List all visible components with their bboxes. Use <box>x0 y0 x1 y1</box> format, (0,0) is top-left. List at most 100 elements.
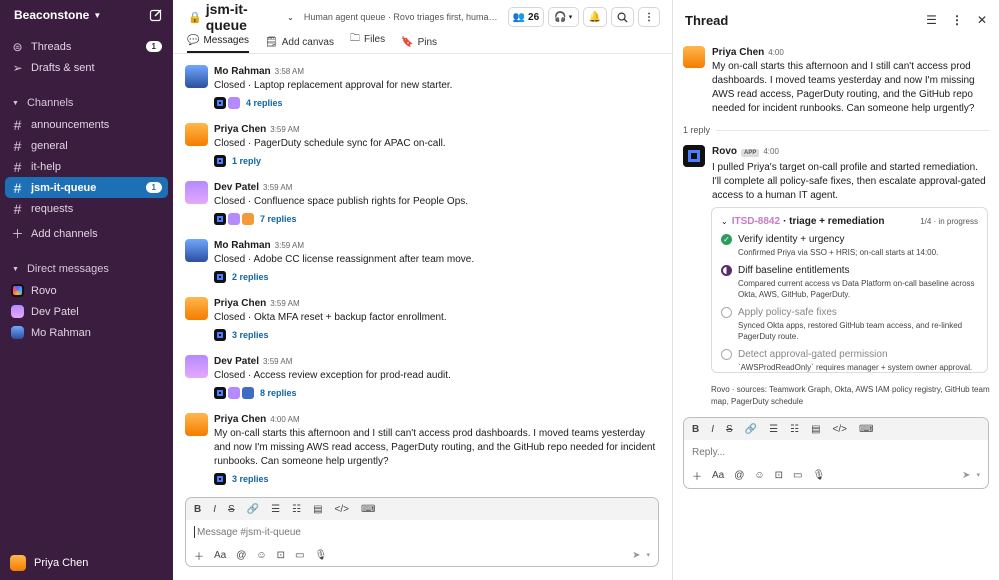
thread-replies[interactable]: 1 reply <box>214 154 662 168</box>
sidebar-channel-general[interactable]: # general <box>5 135 168 156</box>
thread-replies[interactable]: 7 replies <box>214 212 662 226</box>
priya-chen-avatar[interactable] <box>683 46 705 68</box>
video-icon[interactable]: ▭ <box>793 470 802 481</box>
sidebar-item-threads[interactable]: ⊜ Threads 1 <box>5 36 168 57</box>
reply-input[interactable]: Reply... <box>684 440 988 464</box>
add-channels-button[interactable]: ＋ Add channels <box>5 223 168 244</box>
dev-patel-avatar[interactable] <box>185 181 208 204</box>
list-icon[interactable]: ☰ <box>926 13 937 27</box>
send-icon[interactable]: ➤ <box>962 470 970 481</box>
plus-icon[interactable]: ＋ <box>692 468 702 483</box>
priya-chen-avatar[interactable] <box>185 297 208 320</box>
code-block-icon[interactable]: ⌨ <box>859 424 873 435</box>
huddle-button[interactable]: 🎧 ▾ <box>547 7 579 27</box>
chevron-down-icon[interactable]: ▾ <box>646 551 650 559</box>
message-author[interactable]: Mo Rahman <box>214 240 271 251</box>
channels-section-header[interactable]: ▼ Channels <box>0 92 173 114</box>
microphone-icon[interactable]: 🎙 <box>812 470 825 481</box>
message[interactable]: Mo Rahman 3:58 AM Closed · Laptop replace… <box>185 65 662 110</box>
tab-add-canvas[interactable]: 🗒 Add canvas <box>265 37 334 53</box>
sidebar-item-drafts[interactable]: ➢ Drafts & sent <box>5 57 168 78</box>
emoji-icon[interactable]: ☺ <box>754 470 764 481</box>
channel-title[interactable]: jsm-it-queue <box>206 1 284 33</box>
tab-files[interactable]: 🗀 Files <box>350 31 385 53</box>
message-author[interactable]: Mo Rahman <box>214 66 271 77</box>
message-time[interactable]: 3:59 AM <box>263 183 292 192</box>
bullet-list-icon[interactable]: ☷ <box>790 424 799 435</box>
sidebar-channel-announcements[interactable]: # announcements <box>5 114 168 135</box>
video-icon[interactable]: ▭ <box>295 550 304 561</box>
thread-replies[interactable]: 3 replies <box>214 472 662 486</box>
priya-chen-avatar[interactable] <box>185 123 208 146</box>
message-time[interactable]: 4:00 AM <box>270 415 299 424</box>
dev-patel-avatar[interactable] <box>185 355 208 378</box>
sidebar-channel-requests[interactable]: # requests <box>5 198 168 219</box>
replies-link[interactable]: 3 replies <box>232 474 269 484</box>
message-input[interactable]: Message #jsm-it-queue <box>186 520 658 544</box>
workspace-header[interactable]: Beaconstone ▼ <box>0 0 173 30</box>
message-time[interactable]: 3:59 AM <box>270 125 299 134</box>
message-time[interactable]: 3:58 AM <box>275 67 304 76</box>
more-button[interactable]: ⋮ <box>638 7 661 27</box>
message-author[interactable]: Dev Patel <box>214 356 259 367</box>
close-icon[interactable]: ✕ <box>977 13 987 27</box>
current-user[interactable]: Priya Chen <box>0 546 173 580</box>
text-format-icon[interactable]: Aa <box>214 550 226 561</box>
message-author[interactable]: Priya Chen <box>214 298 266 309</box>
shortcut-icon[interactable]: ⊡ <box>277 550 285 561</box>
compose-icon[interactable] <box>149 8 163 22</box>
rovo-avatar[interactable] <box>683 145 705 167</box>
thread-replies[interactable]: 4 replies <box>214 96 662 110</box>
blockquote-icon[interactable]: ▤ <box>811 424 820 435</box>
message[interactable]: Priya Chen 4:00 AM My on-call starts this… <box>185 413 662 486</box>
chevron-down-icon[interactable]: ⌄ <box>287 13 294 22</box>
sidebar-dm-rovo[interactable]: Rovo <box>5 280 168 301</box>
replies-link[interactable]: 7 replies <box>260 214 297 224</box>
message[interactable]: Dev Patel 3:59 AM Closed · Confluence spa… <box>185 181 662 226</box>
bullet-list-icon[interactable]: ☷ <box>292 504 301 515</box>
text-format-icon[interactable]: Aa <box>712 470 724 481</box>
message-author[interactable]: Dev Patel <box>214 182 259 193</box>
thread-reply-message[interactable]: Rovo APP 4:00 I pulled Priya's target on-c… <box>683 145 989 203</box>
sidebar-channel-it-help[interactable]: # it-help <box>5 156 168 177</box>
more-vertical-icon[interactable]: ⋮ <box>951 13 963 27</box>
strikethrough-icon[interactable]: S <box>228 504 235 515</box>
message-time[interactable]: 3:59 AM <box>270 299 299 308</box>
replies-link[interactable]: 3 replies <box>232 330 269 340</box>
message-author[interactable]: Priya Chen <box>712 47 764 58</box>
ordered-list-icon[interactable]: ☰ <box>769 424 778 435</box>
sidebar-dm-mo-rahman[interactable]: Mo Rahman <box>5 322 168 343</box>
thread-replies[interactable]: 2 replies <box>214 270 662 284</box>
dm-section-header[interactable]: ▼ Direct messages <box>0 258 173 280</box>
code-icon[interactable]: </> <box>833 424 847 435</box>
message-time[interactable]: 4:00 <box>768 48 784 57</box>
send-icon[interactable]: ➤ <box>632 550 640 561</box>
tab-pins[interactable]: 🔖 Pins <box>401 37 437 53</box>
replies-link[interactable]: 8 replies <box>260 388 297 398</box>
thread-replies[interactable]: 8 replies <box>214 386 662 400</box>
mention-icon[interactable]: @ <box>236 550 246 561</box>
mo-rahman-avatar[interactable] <box>185 239 208 262</box>
code-block-icon[interactable]: ⌨ <box>361 504 375 515</box>
emoji-icon[interactable]: ☺ <box>256 550 266 561</box>
message-author[interactable]: Rovo <box>712 146 737 157</box>
priya-chen-avatar[interactable] <box>185 413 208 436</box>
mo-rahman-avatar[interactable] <box>185 65 208 88</box>
tab-messages[interactable]: 💬 Messages <box>187 35 250 53</box>
message-author[interactable]: Priya Chen <box>214 124 266 135</box>
message-time[interactable]: 4:00 <box>763 147 779 156</box>
replies-link[interactable]: 4 replies <box>246 98 283 108</box>
ordered-list-icon[interactable]: ☰ <box>271 504 280 515</box>
bold-icon[interactable]: B <box>194 504 201 515</box>
code-icon[interactable]: </> <box>335 504 349 515</box>
microphone-icon[interactable]: 🎙 <box>314 550 327 561</box>
chevron-down-icon[interactable]: ▾ <box>976 471 980 479</box>
replies-link[interactable]: 1 reply <box>232 156 261 166</box>
plus-icon[interactable]: ＋ <box>194 548 204 563</box>
message[interactable]: Dev Patel 3:59 AM Closed · Access review … <box>185 355 662 400</box>
message-time[interactable]: 3:59 AM <box>263 357 292 366</box>
message-time[interactable]: 3:59 AM <box>275 241 304 250</box>
sidebar-dm-dev-patel[interactable]: Dev Patel <box>5 301 168 322</box>
italic-icon[interactable]: I <box>711 424 714 435</box>
message[interactable]: Priya Chen 3:59 AM Closed · Okta MFA rese… <box>185 297 662 342</box>
